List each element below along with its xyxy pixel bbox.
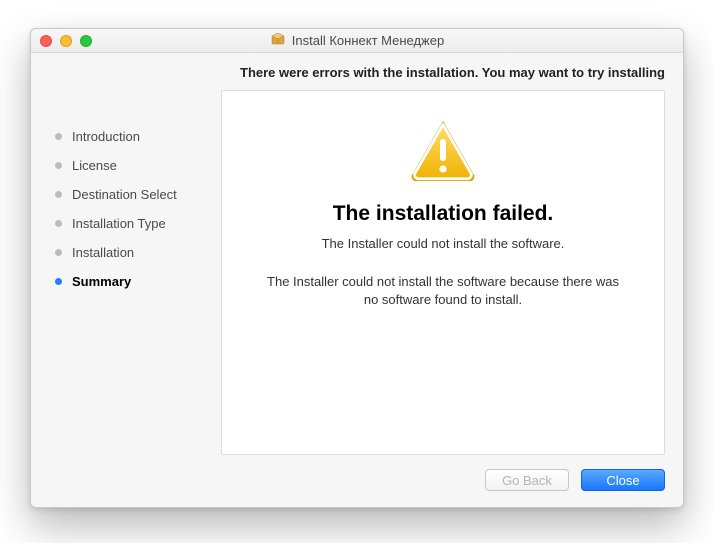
window-title-text: Install Коннект Менеджер: [292, 33, 444, 48]
step-destination-select: Destination Select: [49, 180, 221, 209]
close-button[interactable]: Close: [581, 469, 665, 491]
installer-window: Install Коннект Менеджер There were erro…: [30, 28, 684, 508]
step-dot-icon: [55, 133, 62, 140]
step-dot-icon: [55, 220, 62, 227]
detail-text: The Installer could not install the soft…: [263, 273, 623, 308]
minimize-window-button[interactable]: [60, 35, 72, 47]
step-label: Installation Type: [72, 216, 166, 231]
step-label: Summary: [72, 274, 131, 289]
step-label: License: [72, 158, 117, 173]
step-dot-icon: [55, 249, 62, 256]
footer: Go Back Close: [31, 455, 683, 507]
step-introduction: Introduction: [49, 122, 221, 151]
step-label: Installation: [72, 245, 134, 260]
error-banner: There were errors with the installation.…: [31, 53, 683, 90]
warning-icon: [408, 119, 478, 186]
window-title: Install Коннект Менеджер: [31, 31, 683, 50]
body: Introduction License Destination Select …: [31, 90, 683, 455]
step-dot-icon: [55, 191, 62, 198]
close-window-button[interactable]: [40, 35, 52, 47]
titlebar: Install Коннект Менеджер: [31, 29, 683, 53]
subline: The Installer could not install the soft…: [322, 236, 565, 251]
step-license: License: [49, 151, 221, 180]
step-label: Introduction: [72, 129, 140, 144]
step-summary: Summary: [49, 267, 221, 296]
step-installation-type: Installation Type: [49, 209, 221, 238]
step-label: Destination Select: [72, 187, 177, 202]
window-controls: [31, 35, 92, 47]
step-dot-icon: [55, 162, 62, 169]
zoom-window-button[interactable]: [80, 35, 92, 47]
step-dot-icon: [55, 278, 62, 285]
package-icon: [270, 31, 286, 50]
go-back-button: Go Back: [485, 469, 569, 491]
step-installation: Installation: [49, 238, 221, 267]
sidebar: Introduction License Destination Select …: [49, 90, 221, 455]
step-list: Introduction License Destination Select …: [49, 122, 221, 296]
content-pane: The installation failed. The Installer c…: [221, 90, 665, 455]
headline: The installation failed.: [333, 202, 554, 226]
